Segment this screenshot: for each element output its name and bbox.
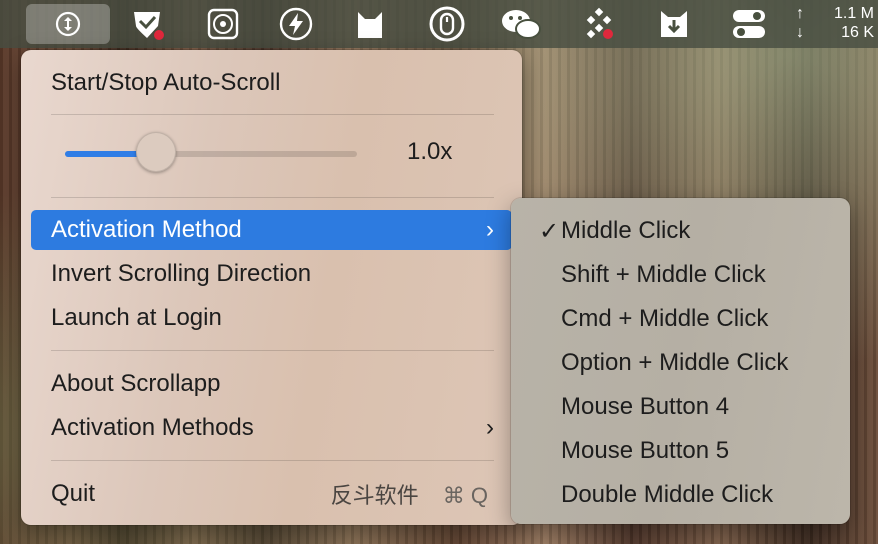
submenu-item-label: Shift + Middle Click bbox=[561, 261, 766, 288]
speed-value: 1.0x bbox=[407, 138, 453, 165]
download-arrow-icon: ↓ bbox=[796, 24, 804, 41]
submenu-item-cmd-middle-click[interactable]: Cmd + Middle Click bbox=[521, 299, 840, 339]
activation-methods-item[interactable]: Activation Methods › bbox=[31, 408, 512, 448]
cat-icon[interactable] bbox=[348, 4, 392, 44]
mouse-icon[interactable] bbox=[425, 4, 469, 44]
download-speed: 16 K bbox=[841, 24, 874, 41]
about-item[interactable]: About Scrollapp bbox=[31, 364, 512, 404]
quit-label: Quit bbox=[51, 480, 96, 507]
slider-track[interactable] bbox=[65, 132, 357, 172]
submenu-item-label: Middle Click bbox=[561, 217, 691, 244]
invert-scrolling-label: Invert Scrolling Direction bbox=[51, 260, 312, 287]
launch-at-login-label: Launch at Login bbox=[51, 304, 222, 331]
launch-at-login-item[interactable]: Launch at Login bbox=[31, 298, 512, 338]
submenu-item-label: Mouse Button 4 bbox=[561, 393, 730, 420]
dots-grid-icon[interactable] bbox=[577, 4, 621, 44]
submenu-item-mouse-button-5[interactable]: Mouse Button 5 bbox=[521, 431, 840, 471]
submenu-item-label: Option + Middle Click bbox=[561, 349, 789, 376]
activation-method-submenu: ✓ Middle Click Shift + Middle Click Cmd … bbox=[511, 198, 850, 524]
menu-separator bbox=[51, 197, 494, 198]
quit-shortcut: 反斗软件 ⌘ Q bbox=[331, 478, 488, 510]
quit-item[interactable]: Quit 反斗软件 ⌘ Q bbox=[31, 474, 512, 514]
invert-scrolling-item[interactable]: Invert Scrolling Direction bbox=[31, 254, 512, 294]
submenu-item-double-middle-click[interactable]: Double Middle Click bbox=[521, 475, 840, 515]
menu-separator bbox=[51, 460, 494, 461]
quit-extra-label: 反斗软件 bbox=[330, 483, 419, 508]
submenu-item-shift-middle-click[interactable]: Shift + Middle Click bbox=[521, 255, 840, 295]
menu-separator bbox=[51, 350, 494, 351]
start-stop-autoscroll-item[interactable]: Start/Stop Auto-Scroll bbox=[31, 63, 512, 103]
submenu-item-middle-click[interactable]: ✓ Middle Click bbox=[521, 211, 840, 251]
network-speed-widget[interactable]: ↑ 1.1 M ↓ 16 K bbox=[796, 4, 874, 44]
chip-icon[interactable] bbox=[201, 4, 245, 44]
chevron-right-icon: › bbox=[486, 414, 494, 441]
chevron-right-icon: › bbox=[486, 216, 494, 243]
about-label: About Scrollapp bbox=[51, 370, 221, 397]
slider-knob[interactable] bbox=[135, 132, 176, 172]
scrollapp-menu: Start/Stop Auto-Scroll 1.0x Activation M… bbox=[21, 50, 522, 525]
checkmark-icon: ✓ bbox=[539, 217, 560, 245]
submenu-item-option-middle-click[interactable]: Option + Middle Click bbox=[521, 343, 840, 383]
submenu-item-label: Mouse Button 5 bbox=[561, 437, 730, 464]
upload-speed: 1.1 M bbox=[833, 5, 874, 22]
upload-arrow-icon: ↑ bbox=[796, 5, 804, 22]
activation-method-label: Activation Method bbox=[51, 216, 242, 243]
activation-method-item[interactable]: Activation Method › bbox=[31, 210, 512, 250]
shield-check-icon[interactable] bbox=[125, 4, 169, 44]
menu-bar: ↑ 1.1 M ↓ 16 K bbox=[0, 0, 878, 48]
scrollapp-icon[interactable] bbox=[26, 4, 110, 44]
submenu-item-mouse-button-4[interactable]: Mouse Button 4 bbox=[521, 387, 840, 427]
start-stop-label: Start/Stop Auto-Scroll bbox=[51, 69, 281, 96]
lightning-icon[interactable] bbox=[274, 4, 318, 44]
toggles-icon[interactable] bbox=[727, 4, 771, 44]
activation-methods-label: Activation Methods bbox=[51, 414, 254, 441]
submenu-item-label: Cmd + Middle Click bbox=[561, 305, 769, 332]
download-cat-icon[interactable] bbox=[652, 4, 696, 44]
menu-separator bbox=[51, 114, 494, 115]
submenu-item-label: Double Middle Click bbox=[561, 481, 774, 508]
quit-shortcut-keys: ⌘ Q bbox=[442, 483, 488, 508]
wechat-icon[interactable] bbox=[499, 4, 543, 44]
